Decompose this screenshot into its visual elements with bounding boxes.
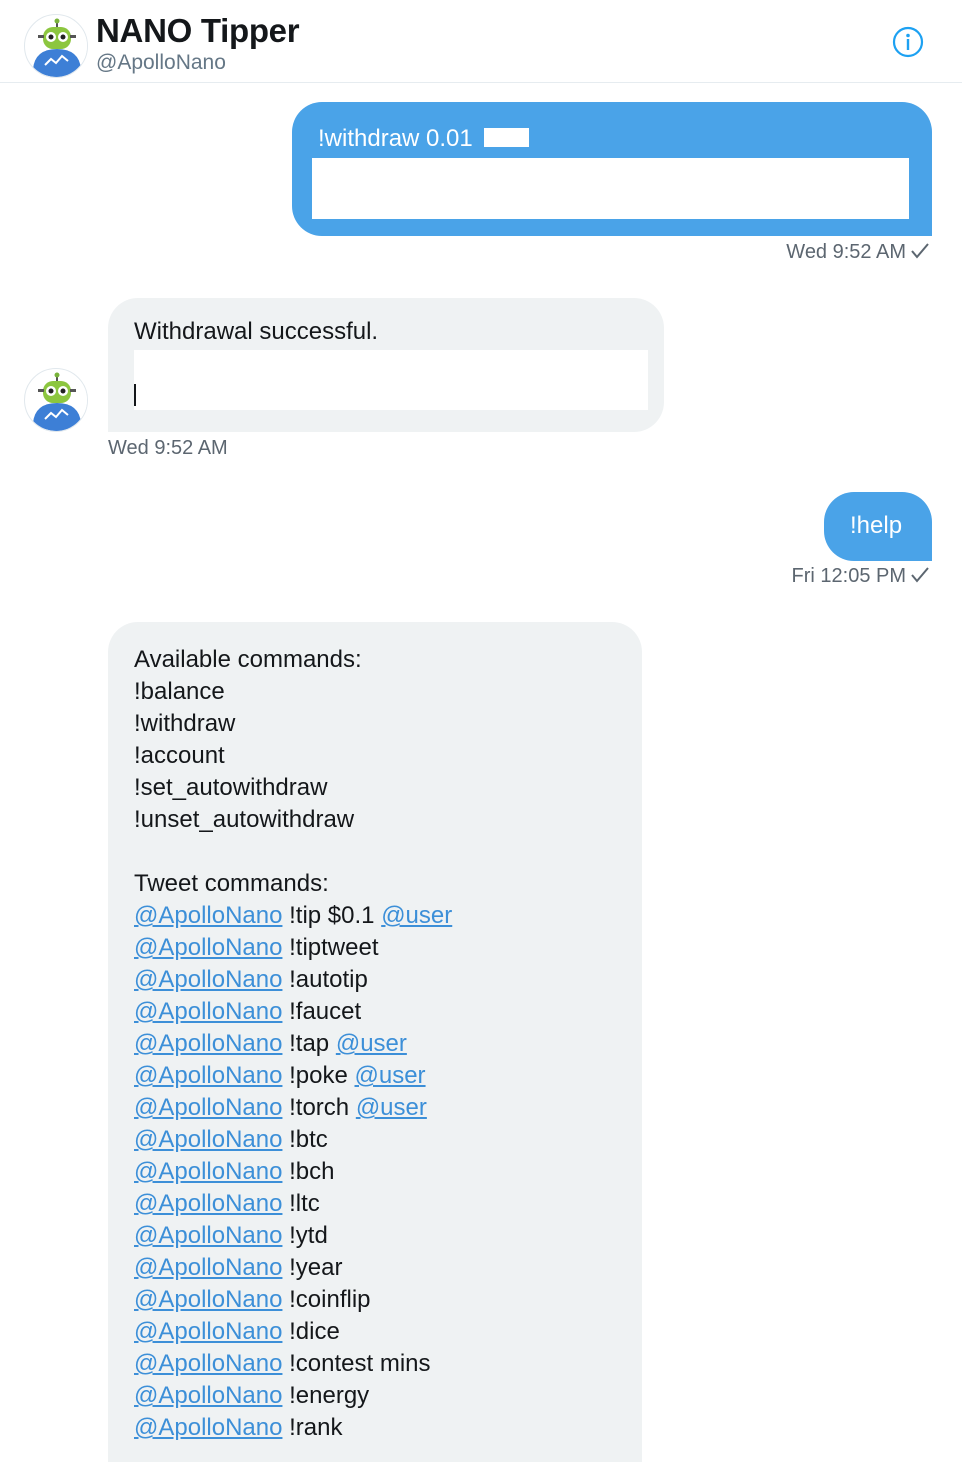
command-item: !set_autowithdraw — [134, 774, 328, 801]
mention-link[interactable]: @ApolloNano — [134, 1254, 282, 1281]
mention-link[interactable]: @ApolloNano — [134, 1030, 282, 1057]
command-text: !year — [282, 1254, 343, 1281]
incoming-message[interactable]: Available commands: !balance !withdraw !ac… — [108, 622, 642, 1462]
mention-link[interactable]: @ApolloNano — [134, 1286, 282, 1313]
mention-link[interactable]: @ApolloNano — [134, 1414, 282, 1441]
tweet-command-item: @ApolloNano !contest mins — [134, 1348, 452, 1380]
command-text: !btc — [282, 1126, 328, 1153]
redacted-edge — [134, 384, 136, 406]
tweet-command-item: @ApolloNano !torch @user — [134, 1092, 452, 1124]
tweet-command-item: @ApolloNano !rank — [134, 1412, 452, 1444]
message-text: Withdrawal successful. — [134, 318, 379, 345]
tweet-command-list: @ApolloNano !tip $0.1 @user @ApolloNano !… — [134, 900, 452, 1444]
command-text: !ytd — [282, 1222, 328, 1249]
tweet-command-item: @ApolloNano !autotip — [134, 964, 452, 996]
command-item: !unset_autowithdraw — [134, 806, 355, 833]
message-text: !withdraw 0.01 — [318, 125, 473, 152]
command-text: !tiptweet — [282, 934, 379, 961]
message-timestamp: Fri 12:05 PM — [792, 565, 930, 590]
robot-logo-icon — [26, 16, 87, 77]
outgoing-message[interactable]: !help — [824, 492, 932, 561]
command-text: !rank — [282, 1414, 343, 1441]
command-text: !ltc — [282, 1190, 320, 1217]
mention-link[interactable]: @ApolloNano — [134, 934, 282, 961]
command-text: !dice — [282, 1318, 340, 1345]
redacted-block — [134, 350, 648, 410]
command-text: !coinflip — [282, 1286, 371, 1313]
command-text: !faucet — [282, 998, 362, 1025]
command-text: !autotip — [282, 966, 368, 993]
mention-link[interactable]: @ApolloNano — [134, 1126, 282, 1153]
tweet-command-item: @ApolloNano !btc — [134, 1124, 452, 1156]
command-text: !tip $0.1 — [282, 902, 382, 929]
command-item: !withdraw — [134, 710, 236, 737]
mention-link[interactable]: @ApolloNano — [134, 998, 282, 1025]
command-item: !account — [134, 742, 225, 769]
mention-link[interactable]: @ApolloNano — [134, 1318, 282, 1345]
command-text: !energy — [282, 1382, 370, 1409]
tweet-command-item: @ApolloNano !coinflip — [134, 1284, 452, 1316]
redacted-block — [484, 128, 529, 147]
robot-logo-icon — [26, 370, 87, 431]
tweet-command-item: @ApolloNano !tiptweet — [134, 932, 452, 964]
outgoing-message[interactable]: !withdraw 0.01 — [292, 102, 932, 236]
command-list: !balance !withdraw !account !set_autowithdr… — [134, 676, 452, 836]
user-mention-link[interactable]: @user — [356, 1094, 427, 1121]
command-text: !poke — [282, 1062, 355, 1089]
tweet-command-item: @ApolloNano !poke @user — [134, 1060, 452, 1092]
incoming-message[interactable]: Withdrawal successful. — [108, 298, 664, 432]
command-text: !contest mins — [282, 1350, 431, 1377]
command-text: !tap — [282, 1030, 336, 1057]
message-timestamp: Wed 9:52 AM — [786, 241, 930, 266]
mention-link[interactable]: @ApolloNano — [134, 966, 282, 993]
bot-avatar[interactable] — [24, 14, 88, 78]
command-text: !bch — [282, 1158, 335, 1185]
conversation-handle: @ApolloNano — [96, 51, 226, 74]
tweet-commands-title: Tweet commands: — [134, 870, 329, 897]
redacted-block — [312, 158, 909, 219]
mention-link[interactable]: @ApolloNano — [134, 1350, 282, 1377]
mention-link[interactable]: @ApolloNano — [134, 1382, 282, 1409]
command-item: !balance — [134, 678, 225, 705]
mention-link[interactable]: @ApolloNano — [134, 1094, 282, 1121]
tweet-command-item: @ApolloNano !bch — [134, 1156, 452, 1188]
mention-link[interactable]: @ApolloNano — [134, 902, 282, 929]
conversation-header: NANO Tipper @ApolloNano — [0, 0, 962, 83]
bot-avatar[interactable] — [24, 368, 88, 432]
check-icon — [910, 566, 930, 590]
user-mention-link[interactable]: @user — [336, 1030, 407, 1057]
message-text: !help — [850, 512, 903, 539]
user-mention-link[interactable]: @user — [381, 902, 452, 929]
mention-link[interactable]: @ApolloNano — [134, 1062, 282, 1089]
tweet-command-item: @ApolloNano !tap @user — [134, 1028, 452, 1060]
mention-link[interactable]: @ApolloNano — [134, 1222, 282, 1249]
tweet-command-item: @ApolloNano !faucet — [134, 996, 452, 1028]
check-icon — [910, 242, 930, 266]
info-icon[interactable] — [892, 26, 924, 58]
conversation-title: NANO Tipper — [96, 12, 300, 49]
tweet-command-item: @ApolloNano !ytd — [134, 1220, 452, 1252]
tweet-command-item: @ApolloNano !tip $0.1 @user — [134, 900, 452, 932]
tweet-command-item: @ApolloNano !year — [134, 1252, 452, 1284]
help-command-list: Available commands: !balance !withdraw !ac… — [134, 644, 452, 1444]
command-text: !torch — [282, 1094, 356, 1121]
tweet-command-item: @ApolloNano !dice — [134, 1316, 452, 1348]
available-commands-title: Available commands: — [134, 646, 362, 673]
mention-link[interactable]: @ApolloNano — [134, 1190, 282, 1217]
mention-link[interactable]: @ApolloNano — [134, 1158, 282, 1185]
user-mention-link[interactable]: @user — [355, 1062, 426, 1089]
tweet-command-item: @ApolloNano !ltc — [134, 1188, 452, 1220]
message-timestamp: Wed 9:52 AM — [108, 437, 228, 459]
tweet-command-item: @ApolloNano !energy — [134, 1380, 452, 1412]
